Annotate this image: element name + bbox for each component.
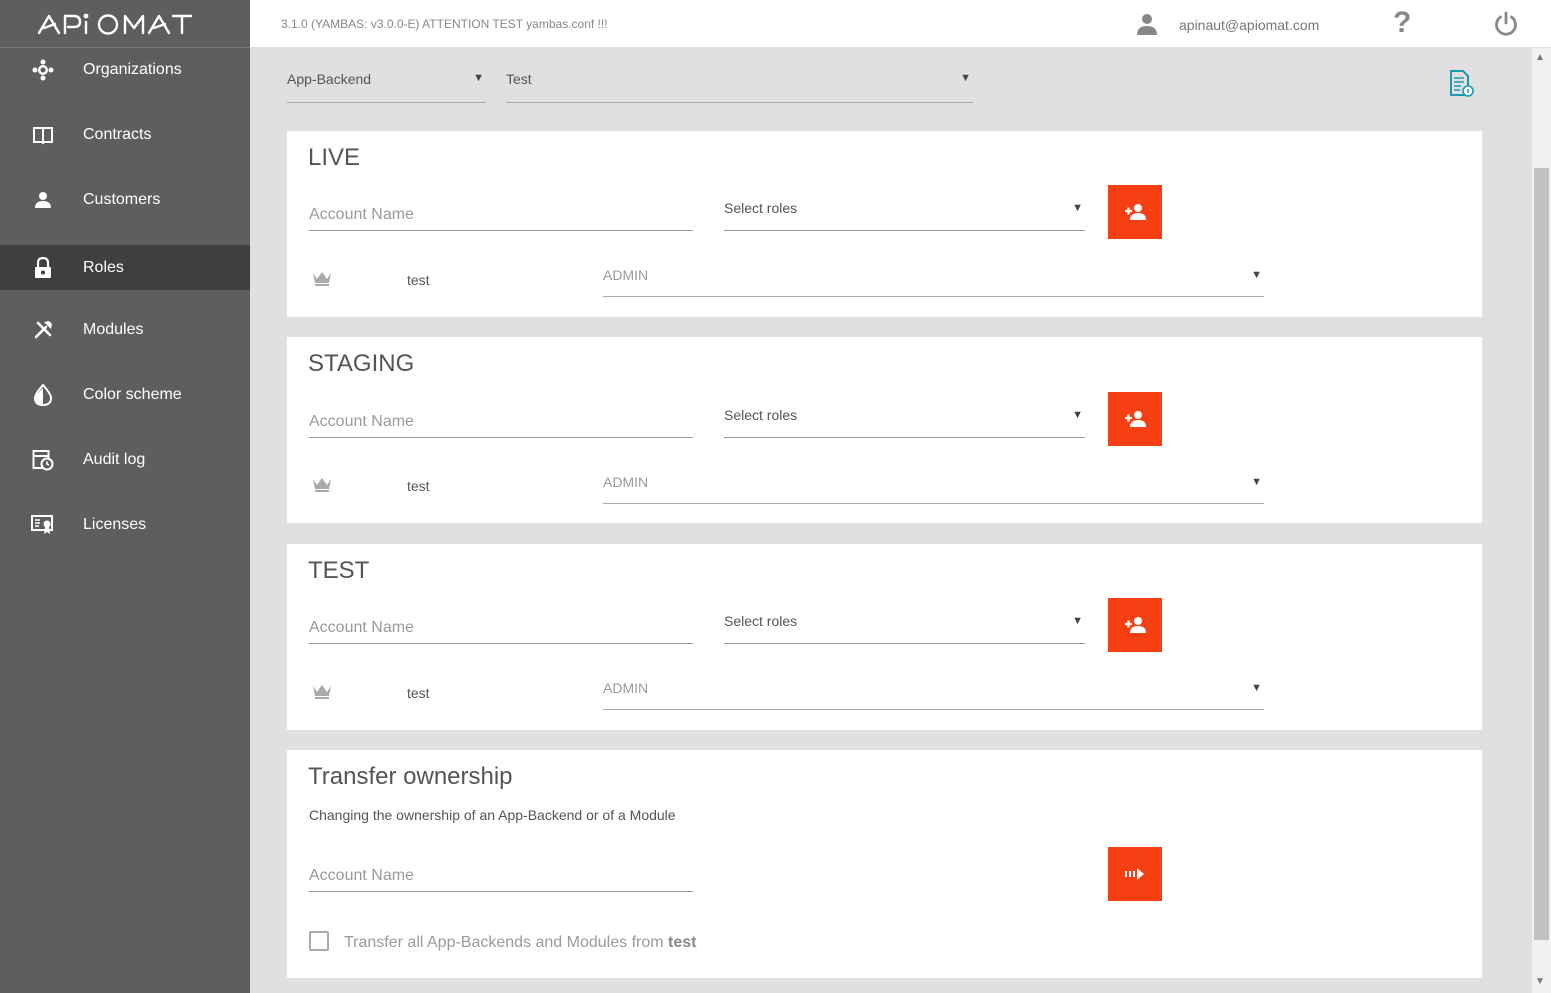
transfer-all-checkbox[interactable] [309,931,329,951]
sidebar-item-label: Roles [83,258,124,276]
sidebar-item-label: Contracts [83,125,152,143]
add-person-icon [1125,411,1146,427]
staging-roles-select[interactable]: Select roles ▼ [724,398,1085,438]
user-icon[interactable] [1135,12,1159,41]
section-title: STAGING [308,350,415,377]
scrollbar-thumb[interactable] [1534,168,1549,940]
book-icon [31,123,55,147]
version-select-value: Test [506,71,532,87]
version-select[interactable]: Test ▼ [506,48,973,103]
sidebar-item-color-scheme[interactable]: Color scheme [0,372,250,417]
transfer-all-label: Transfer all App-Backends and Modules fr… [344,934,696,952]
dropdown-arrow-icon: ▼ [1072,409,1083,421]
test-member-role-select[interactable]: ADMIN ▼ [603,670,1264,710]
power-icon[interactable] [1493,11,1519,42]
section-title: Transfer ownership [308,763,513,790]
live-roles-select[interactable]: Select roles ▼ [724,191,1085,231]
version-text: 3.1.0 (YAMBAS: v3.0.0-E) ATTENTION TEST … [281,17,608,31]
section-title: TEST [308,557,370,584]
member-role-value: ADMIN [603,267,649,283]
drop-icon [31,383,55,407]
dropdown-arrow-icon: ▼ [1251,269,1262,281]
roles-select-placeholder: Select roles [724,200,798,216]
sidebar-item-modules[interactable]: Modules [0,307,250,352]
sidebar-item-label: Organizations [83,60,182,78]
apiomat-logo[interactable] [0,0,250,48]
test-add-member-button[interactable] [1108,598,1162,652]
account-name-input[interactable] [309,206,693,224]
audit-icon [31,448,55,472]
crown-icon [312,684,332,705]
staging-member-role-select[interactable]: ADMIN ▼ [603,464,1264,504]
section-title: LIVE [308,144,361,171]
account-name-input[interactable] [309,867,693,885]
dropdown-arrow-icon: ▼ [1251,682,1262,694]
test-section: TEST Select roles ▼ test ADMIN ▼ [287,544,1482,730]
transfer-all-label-text: Transfer all App-Backends and Modules fr… [344,934,664,951]
sidebar-item-label: Color scheme [83,385,182,403]
dropdown-arrow-icon: ▼ [1072,615,1083,627]
sidebar-item-label: Audit log [83,450,146,468]
sidebar-item-label: Customers [83,190,161,208]
dropdown-arrow-icon: ▼ [1251,476,1262,488]
sidebar-item-label: Licenses [83,515,147,533]
sidebar-item-licenses[interactable]: Licenses [0,502,250,547]
member-name: test [407,478,430,494]
transfer-arrow-icon [1125,868,1144,880]
scroll-up-icon[interactable]: ▲ [1535,52,1545,63]
backend-select-value: App-Backend [287,71,372,87]
transfer-all-user: test [668,934,697,951]
documentation-icon[interactable] [1449,70,1475,103]
live-add-member-button[interactable] [1108,185,1162,239]
live-member-role-select[interactable]: ADMIN ▼ [603,257,1264,297]
test-account-name-field[interactable] [309,604,693,644]
test-roles-select[interactable]: Select roles ▼ [724,604,1085,644]
sidebar: Organizations Contracts Customers Roles … [0,0,250,993]
member-name: test [407,272,430,288]
transfer-description: Changing the ownership of an App-Backend… [309,807,676,823]
add-person-icon [1125,204,1146,220]
transfer-ownership-button[interactable] [1108,847,1162,901]
account-name-input[interactable] [309,413,693,431]
crown-icon [312,477,332,498]
account-name-input[interactable] [309,619,693,637]
live-account-name-field[interactable] [309,191,693,231]
sidebar-item-audit-log[interactable]: Audit log [0,437,250,482]
member-role-value: ADMIN [603,680,649,696]
staging-add-member-button[interactable] [1108,392,1162,446]
roles-select-placeholder: Select roles [724,613,798,629]
dropdown-arrow-icon: ▼ [473,72,484,84]
member-name: test [407,685,430,701]
transfer-account-name-field[interactable] [309,852,693,892]
staging-section: STAGING Select roles ▼ test ADMIN ▼ [287,337,1482,523]
sidebar-item-customers[interactable]: Customers [0,177,250,222]
backend-select[interactable]: App-Backend ▼ [287,48,486,103]
live-section: LIVE Select roles ▼ test ADMIN ▼ [287,131,1482,317]
person-icon [31,188,55,212]
sidebar-item-roles[interactable]: Roles [0,245,250,290]
staging-account-name-field[interactable] [309,398,693,438]
user-email[interactable]: apinaut@apiomat.com [1179,17,1319,33]
dropdown-arrow-icon: ▼ [1072,202,1083,214]
sidebar-item-label: Modules [83,320,144,338]
roles-select-placeholder: Select roles [724,407,798,423]
crown-icon [312,271,332,292]
transfer-ownership-section: Transfer ownership Changing the ownershi… [287,750,1482,978]
add-person-icon [1125,617,1146,633]
help-icon[interactable]: ? [1393,6,1411,40]
organizations-icon [31,58,55,82]
sidebar-item-contracts[interactable]: Contracts [0,112,250,157]
top-bar: 3.1.0 (YAMBAS: v3.0.0-E) ATTENTION TEST … [250,0,1551,48]
scroll-down-icon[interactable]: ▼ [1535,976,1545,987]
tools-icon [31,318,55,342]
member-role-value: ADMIN [603,474,649,490]
dropdown-arrow-icon: ▼ [960,72,971,84]
license-icon [31,513,55,537]
lock-icon [31,256,55,280]
sidebar-item-organizations[interactable]: Organizations [0,47,250,92]
